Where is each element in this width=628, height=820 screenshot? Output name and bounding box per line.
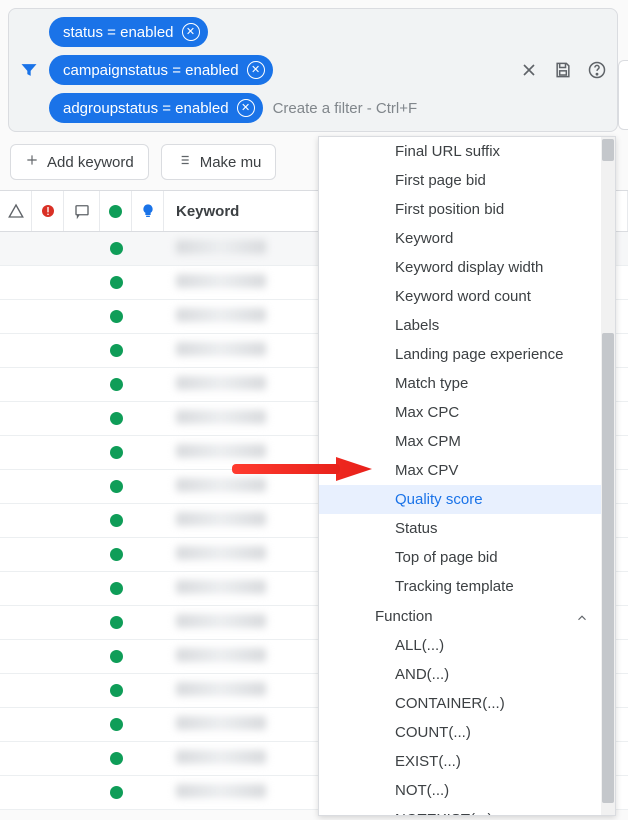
chip-label: campaignstatus = enabled	[63, 62, 239, 79]
dropdown-item[interactable]: First position bid	[319, 195, 615, 224]
chip-label: adgroupstatus = enabled	[63, 100, 229, 117]
dropdown-item[interactable]: Max CPC	[319, 398, 615, 427]
dropdown-item[interactable]: First page bid	[319, 166, 615, 195]
dropdown-item[interactable]: Keyword word count	[319, 282, 615, 311]
status-column-icon[interactable]	[100, 191, 132, 231]
dropdown-item[interactable]: Tracking template	[319, 572, 615, 601]
dropdown-item[interactable]: Final URL suffix	[319, 137, 615, 166]
group-label: Function	[375, 608, 433, 625]
create-filter-hint[interactable]: Create a filter - Ctrl+F	[273, 100, 418, 117]
dropdown-list: Final URL suffixFirst page bidFirst posi…	[319, 137, 615, 816]
dropdown-item[interactable]: Landing page experience	[319, 340, 615, 369]
dropdown-item[interactable]: Status	[319, 514, 615, 543]
dropdown-item[interactable]: Keyword	[319, 224, 615, 253]
status-dot	[100, 684, 132, 697]
close-icon[interactable]: ✕	[237, 99, 255, 117]
dropdown-item[interactable]: Top of page bid	[319, 543, 615, 572]
make-multiple-button[interactable]: Make mu	[161, 144, 277, 180]
add-keyword-button[interactable]: Add keyword	[10, 144, 149, 180]
button-label: Add keyword	[47, 154, 134, 171]
dropdown-item[interactable]: ALL(...)	[319, 631, 615, 660]
status-dot	[100, 582, 132, 595]
filter-dropdown: Final URL suffixFirst page bidFirst posi…	[318, 136, 616, 816]
filter-chip[interactable]: campaignstatus = enabled ✕	[49, 55, 273, 85]
dropdown-item[interactable]: AND(...)	[319, 660, 615, 689]
scrollbar-thumb[interactable]	[602, 139, 614, 161]
warning-column-icon[interactable]	[0, 191, 32, 231]
filter-icon	[15, 60, 43, 80]
status-dot	[100, 344, 132, 357]
status-dot	[100, 378, 132, 391]
comment-column-icon[interactable]	[64, 191, 100, 231]
filter-chip[interactable]: adgroupstatus = enabled ✕	[49, 93, 263, 123]
dropdown-item[interactable]: CONTAINER(...)	[319, 689, 615, 718]
plus-icon	[25, 153, 39, 171]
help-icon[interactable]	[587, 60, 607, 80]
list-icon	[176, 153, 192, 171]
panel-edge	[618, 60, 628, 130]
dropdown-item[interactable]: Keyword display width	[319, 253, 615, 282]
status-dot	[100, 514, 132, 527]
status-dot	[100, 650, 132, 663]
chevron-up-icon	[575, 607, 589, 625]
status-dot	[100, 548, 132, 561]
chip-label: status = enabled	[63, 24, 174, 41]
status-dot	[100, 786, 132, 799]
status-dot	[100, 480, 132, 493]
status-dot	[100, 752, 132, 765]
dropdown-item[interactable]: Labels	[319, 311, 615, 340]
dropdown-item[interactable]: COUNT(...)	[319, 718, 615, 747]
dropdown-item[interactable]: Max CPM	[319, 427, 615, 456]
error-column-icon[interactable]	[32, 191, 64, 231]
filter-bar-actions	[519, 60, 607, 80]
status-dot	[100, 446, 132, 459]
close-icon[interactable]: ✕	[182, 23, 200, 41]
dropdown-item[interactable]: Match type	[319, 369, 615, 398]
save-icon[interactable]	[553, 60, 573, 80]
dropdown-item[interactable]: Quality score	[319, 485, 615, 514]
filter-bar: status = enabled ✕ campaignstatus = enab…	[8, 8, 618, 132]
dropdown-item[interactable]: EXIST(...)	[319, 747, 615, 776]
status-dot	[100, 276, 132, 289]
status-dot	[100, 616, 132, 629]
scrollbar-thumb[interactable]	[602, 333, 614, 803]
insight-column-icon[interactable]	[132, 191, 164, 231]
button-label: Make mu	[200, 154, 262, 171]
filter-chips: status = enabled ✕ campaignstatus = enab…	[49, 17, 417, 123]
filter-chip[interactable]: status = enabled ✕	[49, 17, 208, 47]
dropdown-item[interactable]: NOTEXIST(...)	[319, 805, 615, 816]
close-icon[interactable]	[519, 60, 539, 80]
dropdown-item[interactable]: Max CPV	[319, 456, 615, 485]
dropdown-group[interactable]: Function	[319, 601, 615, 631]
status-dot	[100, 718, 132, 731]
status-dot	[100, 310, 132, 323]
scrollbar-track[interactable]	[601, 137, 615, 815]
status-dot	[100, 242, 132, 255]
dropdown-item[interactable]: NOT(...)	[319, 776, 615, 805]
close-icon[interactable]: ✕	[247, 61, 265, 79]
status-dot	[100, 412, 132, 425]
